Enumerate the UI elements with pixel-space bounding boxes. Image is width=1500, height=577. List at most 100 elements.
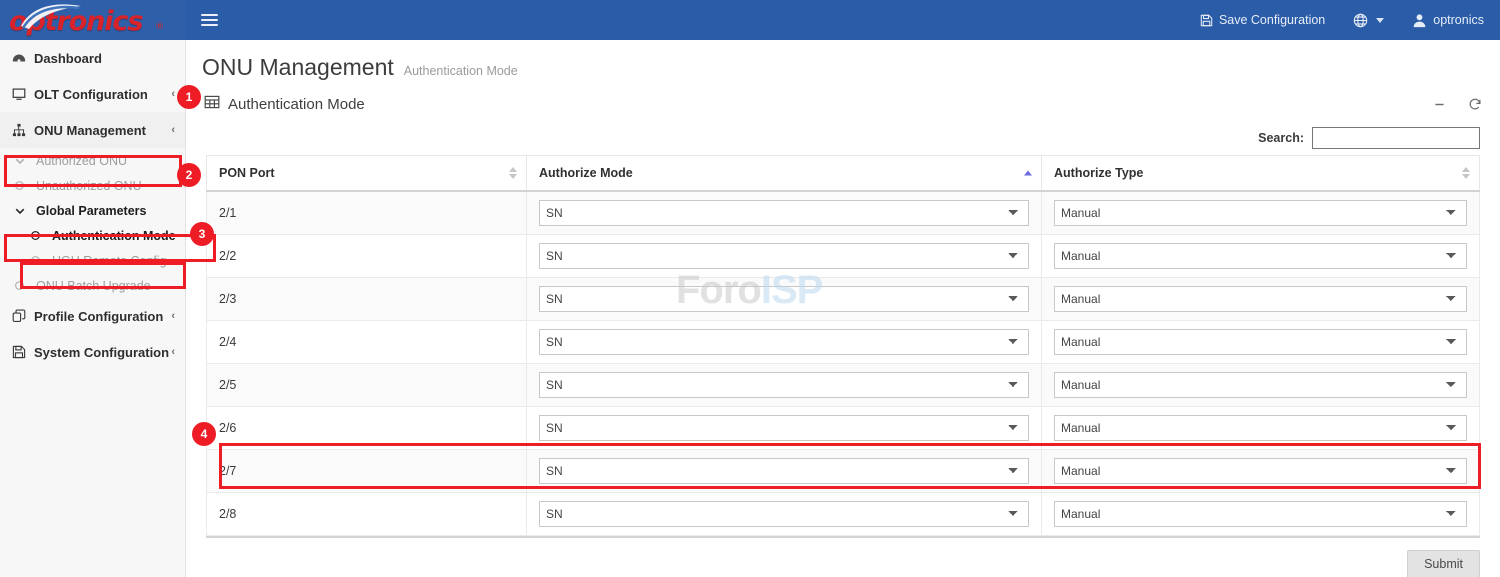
column-header-authorize-mode[interactable]: Authorize Mode <box>527 156 1042 192</box>
column-header-label: Authorize Mode <box>539 166 633 180</box>
authorize-type-select[interactable]: ManualAuto <box>1054 372 1467 398</box>
chevron-down-icon <box>14 205 36 217</box>
sidebar-item-authorized-onu[interactable]: Authorized ONU <box>0 148 185 173</box>
sidebar-item-label: ONU Management <box>34 123 146 138</box>
table-bottom-rule <box>206 536 1480 538</box>
card-header: Authentication Mode <box>186 87 1500 121</box>
authorize-type-select[interactable]: ManualAuto <box>1054 501 1467 527</box>
search-label: Search: <box>1258 131 1304 145</box>
authorize-mode-select[interactable]: SNLOIDPASSWORDSN+PASSWORDLOID+PASSWORD <box>539 200 1029 226</box>
sidebar-item-label: ONU Batch Upgrade <box>36 279 151 293</box>
authorize-mode-select[interactable]: SNLOIDPASSWORDSN+PASSWORDLOID+PASSWORD <box>539 415 1029 441</box>
card-title-label: Authentication Mode <box>228 96 365 113</box>
authentication-mode-table: PON Port Authorize Mode Authorize Type 2… <box>206 155 1480 536</box>
authorize-type-select[interactable]: ManualAuto <box>1054 415 1467 441</box>
sidebar-item-olt-configuration[interactable]: OLT Configuration ‹ <box>0 76 185 112</box>
sort-indicator-icon <box>1462 167 1470 179</box>
table-row: 2/5SNLOIDPASSWORDSN+PASSWORDLOID+PASSWOR… <box>207 364 1480 407</box>
user-icon <box>1412 13 1427 28</box>
username-label: optronics <box>1433 13 1484 27</box>
chevron-left-icon: ‹ <box>171 346 175 358</box>
menu-toggle-button[interactable] <box>196 7 222 33</box>
sidebar-item-label: HGU Remote Config <box>52 254 167 268</box>
table-body: 2/1SNLOIDPASSWORDSN+PASSWORDLOID+PASSWOR… <box>207 191 1480 536</box>
cell-authorize-type: ManualAuto <box>1042 191 1480 235</box>
chevron-left-icon: ‹ <box>171 124 175 136</box>
column-header-label: PON Port <box>219 166 275 180</box>
page-subtitle: Authentication Mode <box>404 64 518 78</box>
sidebar-item-label: OLT Configuration <box>34 87 148 102</box>
authorize-type-select[interactable]: ManualAuto <box>1054 458 1467 484</box>
sitemap-icon <box>12 123 34 137</box>
authorize-mode-select[interactable]: SNLOIDPASSWORDSN+PASSWORDLOID+PASSWORD <box>539 501 1029 527</box>
authorize-mode-select[interactable]: SNLOIDPASSWORDSN+PASSWORDLOID+PASSWORD <box>539 372 1029 398</box>
circle-icon <box>30 230 52 241</box>
authorize-type-select[interactable]: ManualAuto <box>1054 243 1467 269</box>
sidebar-item-unauthorized-onu[interactable]: Unauthorized ONU <box>0 173 185 198</box>
table-row: 2/8 SNLOIDPASSWORDSN+PASSWORDLOID+PASSWOR… <box>207 493 1480 536</box>
sidebar-item-hgu-remote-config[interactable]: HGU Remote Config <box>0 248 185 273</box>
authorize-type-select[interactable]: ManualAuto <box>1054 200 1467 226</box>
floppy-disk-icon <box>12 345 34 359</box>
cell-authorize-type: ManualAuto <box>1042 493 1480 536</box>
user-menu[interactable]: optronics <box>1398 0 1498 40</box>
minus-icon[interactable] <box>1433 98 1446 111</box>
save-configuration-button[interactable]: Save Configuration <box>1186 0 1339 40</box>
authorize-type-select[interactable]: ManualAuto <box>1054 286 1467 312</box>
chevron-down-icon <box>1376 18 1384 23</box>
cell-authorize-type: ManualAuto <box>1042 278 1480 321</box>
sidebar-item-label: Dashboard <box>34 51 102 66</box>
table-row: 2/1SNLOIDPASSWORDSN+PASSWORDLOID+PASSWOR… <box>207 191 1480 235</box>
sidebar-item-system-configuration[interactable]: System Configuration ‹ <box>0 334 185 370</box>
authorize-mode-select[interactable]: SNLOIDPASSWORDSN+PASSWORDLOID+PASSWORD <box>539 243 1029 269</box>
table-head: PON Port Authorize Mode Authorize Type <box>207 156 1480 192</box>
card-title: Authentication Mode <box>204 94 365 114</box>
cell-pon-port: 2/2 <box>207 235 527 278</box>
circle-icon <box>14 180 36 191</box>
cell-authorize-type: ManualAuto <box>1042 364 1480 407</box>
authorize-mode-select[interactable]: SNLOIDPASSWORDSN+PASSWORDLOID+PASSWORD <box>539 458 1029 484</box>
top-bar: optronics ® Save Configuration <box>0 0 1500 40</box>
cell-authorize-type: ManualAuto <box>1042 321 1480 364</box>
refresh-icon[interactable] <box>1468 97 1482 111</box>
sidebar-item-label: Profile Configuration <box>34 309 163 324</box>
hamburger-icon-line <box>201 14 218 16</box>
table-header-row: PON Port Authorize Mode Authorize Type <box>207 156 1480 192</box>
save-configuration-label: Save Configuration <box>1219 13 1325 27</box>
circle-icon <box>30 255 52 266</box>
sidebar-item-profile-configuration[interactable]: Profile Configuration ‹ <box>0 298 185 334</box>
table-row: 2/3SNLOIDPASSWORDSN+PASSWORDLOID+PASSWOR… <box>207 278 1480 321</box>
authorize-mode-select[interactable]: SNLOIDPASSWORDSN+PASSWORDLOID+PASSWORD <box>539 329 1029 355</box>
sidebar-item-authentication-mode[interactable]: Authentication Mode <box>0 223 185 248</box>
sidebar-item-dashboard[interactable]: Dashboard <box>0 40 185 76</box>
sidebar-item-onu-batch-upgrade[interactable]: ONU Batch Upgrade <box>0 273 185 298</box>
submit-row: Submit <box>186 538 1500 577</box>
column-header-pon-port[interactable]: PON Port <box>207 156 527 192</box>
sidebar-item-label: System Configuration <box>34 345 169 360</box>
authorize-type-select[interactable]: ManualAuto <box>1054 329 1467 355</box>
search-input[interactable] <box>1312 127 1480 149</box>
submit-button[interactable]: Submit <box>1407 550 1480 577</box>
cell-authorize-type: ManualAuto <box>1042 450 1480 493</box>
table-container: PON Port Authorize Mode Authorize Type 2… <box>186 155 1500 538</box>
hamburger-icon-line <box>201 19 218 21</box>
column-header-label: Authorize Type <box>1054 166 1143 180</box>
top-bar-actions: Save Configuration optro <box>1186 0 1500 40</box>
sidebar-item-global-parameters[interactable]: Global Parameters <box>0 198 185 223</box>
cell-pon-port: 2/8 <box>207 493 527 536</box>
column-header-authorize-type[interactable]: Authorize Type <box>1042 156 1480 192</box>
page-header: ONU Management Authentication Mode <box>186 40 1500 87</box>
sidebar: Dashboard OLT Configuration ‹ ONU Manage… <box>0 40 186 577</box>
cell-pon-port: 2/7 <box>207 450 527 493</box>
sidebar-item-label: Authentication Mode <box>52 229 176 243</box>
cell-authorize-type: ManualAuto <box>1042 407 1480 450</box>
brand-logo[interactable]: optronics ® <box>0 0 186 40</box>
language-selector[interactable] <box>1339 0 1398 40</box>
chevron-left-icon: ‹ <box>171 310 175 322</box>
circle-icon <box>14 280 36 291</box>
annotation-badge-1: 1 <box>177 85 201 109</box>
sidebar-item-onu-management[interactable]: ONU Management ‹ <box>0 112 185 148</box>
authorize-mode-select[interactable]: SNLOIDPASSWORDSN+PASSWORDLOID+PASSWORD <box>539 286 1029 312</box>
dashboard-icon <box>12 51 34 65</box>
table-row: 2/4SNLOIDPASSWORDSN+PASSWORDLOID+PASSWOR… <box>207 321 1480 364</box>
